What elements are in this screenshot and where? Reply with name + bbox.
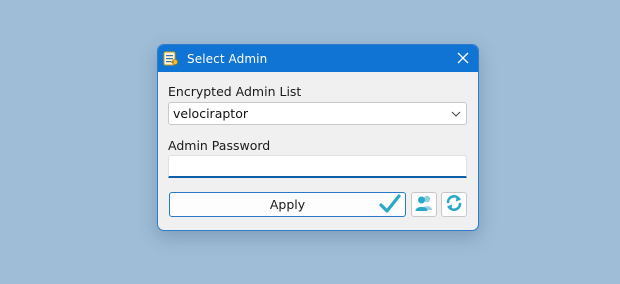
admin-list-dropdown[interactable]: velociraptor [168, 102, 467, 125]
users-icon [414, 194, 434, 216]
title-bar[interactable]: Select Admin [158, 45, 478, 72]
checkmark-icon [379, 194, 401, 218]
admin-list-label: Encrypted Admin List [168, 84, 302, 99]
close-icon [457, 49, 469, 68]
manage-users-button[interactable] [411, 192, 437, 217]
window-title: Select Admin [187, 51, 268, 66]
chevron-down-icon[interactable] [446, 103, 466, 124]
password-label: Admin Password [168, 138, 271, 153]
refresh-button[interactable] [441, 192, 467, 217]
admin-password-field[interactable] [168, 155, 467, 178]
admin-list-selected-value: velociraptor [173, 106, 248, 121]
refresh-icon [444, 193, 464, 217]
select-admin-dialog: Select Admin Encrypted Admin List veloci… [157, 44, 479, 231]
key-icon [163, 51, 179, 67]
apply-button[interactable]: Apply [169, 192, 406, 217]
close-button[interactable] [448, 45, 478, 72]
apply-button-label: Apply [269, 197, 306, 212]
